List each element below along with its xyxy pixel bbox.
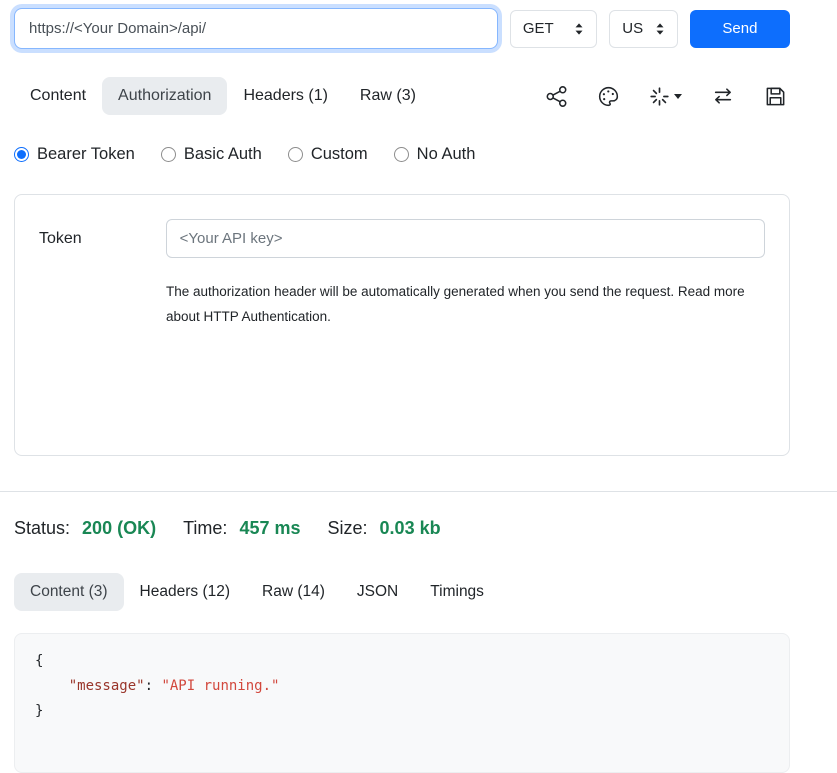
section-divider (0, 491, 837, 492)
tab-raw[interactable]: Raw (3) (344, 77, 432, 115)
radio-selected-icon (14, 147, 29, 162)
status-value: 200 (OK) (82, 518, 156, 538)
request-tabs: Content Authorization Headers (1) Raw (3… (14, 77, 432, 115)
time-label: Time: (183, 518, 227, 538)
response-tab-timings[interactable]: Timings (414, 573, 500, 611)
size-pair: Size: 0.03 kb (328, 518, 441, 539)
radio-label: Bearer Token (37, 145, 135, 164)
radio-basic-auth[interactable]: Basic Auth (161, 145, 262, 164)
magic-icon[interactable] (649, 86, 682, 107)
method-value: GET (523, 20, 554, 37)
json-value: "API running." (161, 678, 279, 694)
response-tab-content[interactable]: Content (3) (14, 573, 124, 611)
json-separator: : (145, 678, 162, 694)
size-label: Size: (328, 518, 368, 538)
response-status-row: Status: 200 (OK) Time: 457 ms Size: 0.03… (0, 518, 837, 539)
request-bar: GET US Send (0, 0, 837, 49)
radio-label: Basic Auth (184, 145, 262, 164)
radio-label: No Auth (417, 145, 476, 164)
response-tab-json[interactable]: JSON (341, 573, 414, 611)
save-icon[interactable] (764, 85, 787, 108)
region-value: US (622, 20, 643, 37)
tab-headers[interactable]: Headers (1) (227, 77, 343, 115)
size-value: 0.03 kb (380, 518, 441, 538)
caret-down-icon (674, 94, 682, 99)
response-tab-headers[interactable]: Headers (12) (124, 573, 246, 611)
select-arrows-icon (655, 22, 665, 36)
time-value: 457 ms (239, 518, 300, 538)
radio-bearer-token[interactable]: Bearer Token (14, 145, 135, 164)
json-key: "message" (69, 678, 145, 694)
transfer-icon[interactable] (711, 85, 735, 107)
auth-type-options: Bearer Token Basic Auth Custom No Auth (0, 145, 837, 164)
radio-icon (161, 147, 176, 162)
radio-no-auth[interactable]: No Auth (394, 145, 476, 164)
radio-icon (394, 147, 409, 162)
tab-content[interactable]: Content (14, 77, 102, 115)
bearer-token-panel: Token The authorization header will be a… (14, 194, 790, 456)
method-select[interactable]: GET (510, 10, 597, 48)
rest-api-client: GET US Send Content Authorization Header… (0, 0, 837, 750)
status-label: Status: (14, 518, 70, 538)
send-button[interactable]: Send (690, 10, 790, 48)
token-label: Token (39, 230, 166, 248)
json-close-brace: } (35, 703, 43, 719)
response-tabs: Content (3) Headers (12) Raw (14) JSON T… (0, 573, 837, 611)
toolbar-icons (545, 85, 790, 108)
response-json-body: { "message": "API running." } (14, 633, 790, 773)
radio-custom[interactable]: Custom (288, 145, 368, 164)
response-tab-raw[interactable]: Raw (14) (246, 573, 341, 611)
json-open-brace: { (35, 653, 43, 669)
time-pair: Time: 457 ms (183, 518, 300, 539)
request-tabs-row: Content Authorization Headers (1) Raw (3… (0, 77, 837, 115)
auth-help-text: The authorization header will be automat… (166, 279, 752, 329)
url-input[interactable] (14, 8, 498, 49)
tab-authorization[interactable]: Authorization (102, 77, 227, 115)
json-indent (35, 678, 69, 694)
palette-icon[interactable] (597, 85, 620, 108)
select-arrows-icon (574, 22, 584, 36)
token-input[interactable] (166, 219, 765, 258)
share-icon[interactable] (545, 85, 568, 108)
status-pair: Status: 200 (OK) (14, 518, 156, 539)
radio-label: Custom (311, 145, 368, 164)
region-select[interactable]: US (609, 10, 678, 48)
radio-icon (288, 147, 303, 162)
